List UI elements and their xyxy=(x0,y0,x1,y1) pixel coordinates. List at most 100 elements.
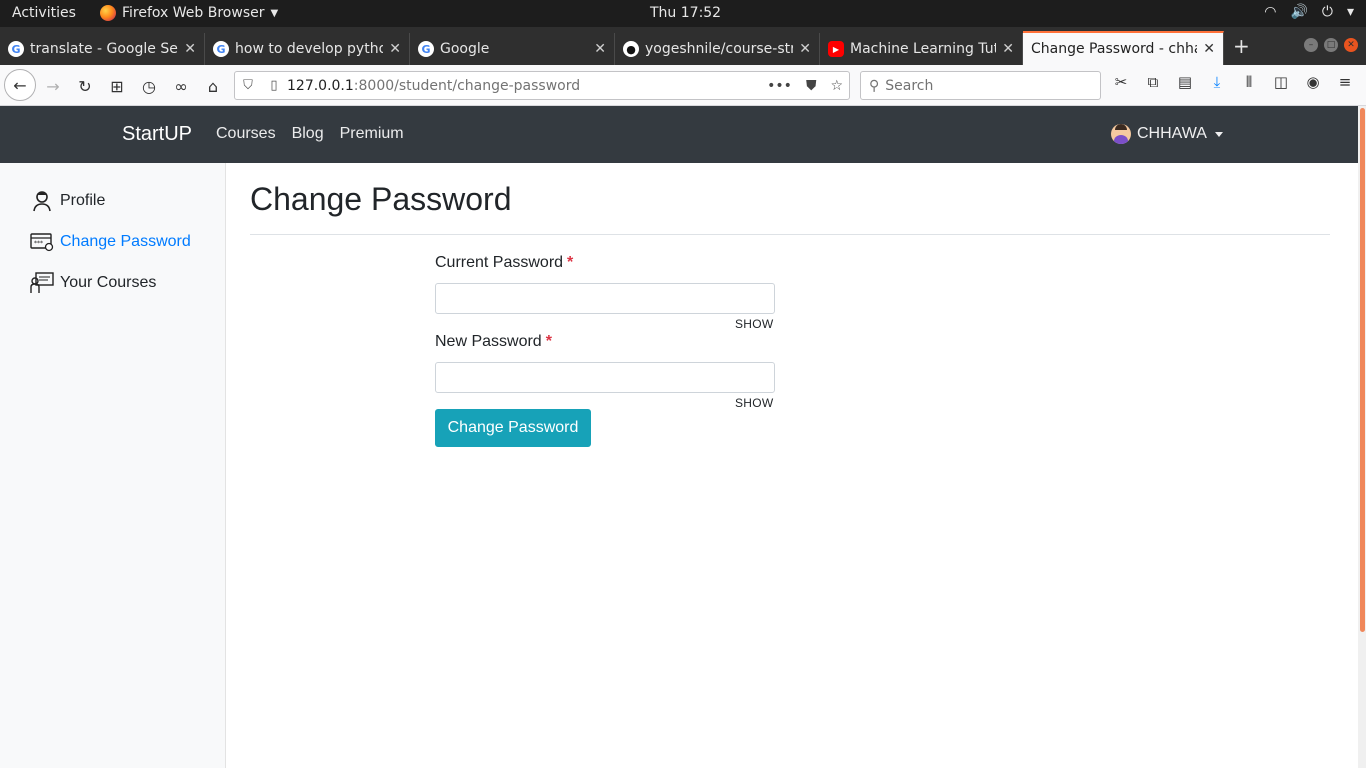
change-password-button[interactable]: Change Password xyxy=(435,409,591,447)
page-title: Change Password xyxy=(250,181,512,217)
search-placeholder: Search xyxy=(885,77,934,94)
site-navbar: StartUP Courses Blog Premium CHHAWA xyxy=(0,106,1358,163)
chevron-down-icon xyxy=(1214,131,1223,137)
url-bar[interactable]: ⛉ ▯ 127.0.0.1:8000/student/change-passwo… xyxy=(234,71,850,100)
sidebar-item-label: Profile xyxy=(60,192,106,209)
close-icon[interactable]: ✕ xyxy=(1203,41,1215,57)
chevron-down-icon: ▾ xyxy=(1346,4,1354,20)
google-icon: G xyxy=(418,41,434,57)
current-password-input[interactable] xyxy=(435,283,775,314)
svg-text:***: *** xyxy=(34,240,43,247)
back-button[interactable]: ← xyxy=(4,69,36,101)
tab-title: Google xyxy=(440,41,490,57)
power-icon: ⏻ xyxy=(1321,4,1333,20)
minimize-button[interactable]: – xyxy=(1304,38,1318,52)
home-button[interactable]: ⌂ xyxy=(200,73,226,99)
tab-title: Machine Learning Tut xyxy=(850,41,997,57)
google-icon: G xyxy=(8,41,24,57)
system-top-bar: Activities Firefox Web Browser ▼ Thu 17:… xyxy=(0,0,1366,27)
nav-link-courses[interactable]: Courses xyxy=(216,125,276,143)
site-nav-links: Courses Blog Premium xyxy=(216,125,404,143)
shield-icon[interactable]: ⛉ xyxy=(235,78,261,93)
google-icon: G xyxy=(213,41,229,57)
reload-button[interactable]: ↻ xyxy=(72,73,98,99)
close-icon[interactable]: ✕ xyxy=(799,41,811,57)
close-icon[interactable]: ✕ xyxy=(594,41,606,57)
app-menu[interactable]: Firefox Web Browser ▼ xyxy=(100,5,278,21)
download-icon[interactable]: ⤓ xyxy=(1206,73,1228,91)
tab-title: yogeshnile/course-str xyxy=(645,41,794,57)
search-bar[interactable]: ⚲ Search xyxy=(860,71,1101,100)
required-marker: * xyxy=(567,254,574,271)
maximize-button[interactable]: □ xyxy=(1324,38,1338,52)
tab-title: how to develop pytho xyxy=(235,41,384,57)
history-icon[interactable]: ◷ xyxy=(136,73,162,99)
close-icon[interactable]: ✕ xyxy=(1002,41,1014,57)
private-mask-icon[interactable]: ∞ xyxy=(168,73,194,99)
show-current-password-toggle[interactable]: SHOW xyxy=(735,317,774,331)
browser-tab[interactable]: G Google ✕ xyxy=(410,33,615,65)
scrollbar-thumb[interactable] xyxy=(1360,108,1365,632)
clock[interactable]: Thu 17:52 xyxy=(650,5,721,21)
clipboard-icon[interactable]: ▤ xyxy=(1174,73,1196,91)
close-icon[interactable]: ✕ xyxy=(389,41,401,57)
nav-link-blog[interactable]: Blog xyxy=(292,125,324,143)
toolbar-icons: ✂ ⧉ ▤ ⤓ ⫴ ◫ ◉ ≡ xyxy=(1110,73,1356,91)
browser-tab[interactable]: ▶ Machine Learning Tut ✕ xyxy=(820,33,1023,65)
menu-icon[interactable]: ≡ xyxy=(1334,73,1356,91)
user-menu[interactable]: CHHAWA xyxy=(1111,124,1223,144)
close-icon[interactable]: ✕ xyxy=(184,41,196,57)
new-password-input[interactable] xyxy=(435,362,775,393)
window-controls: – □ ✕ xyxy=(1304,38,1358,52)
library-icon[interactable]: ⫴ xyxy=(1238,73,1260,91)
user-icon xyxy=(30,189,54,213)
password-icon: *** xyxy=(30,230,54,254)
url-path: :8000/student/change-password xyxy=(353,77,581,94)
containers-icon[interactable]: ⊞ xyxy=(104,73,130,99)
new-tab-button[interactable]: + xyxy=(1233,34,1250,58)
avatar xyxy=(1111,124,1131,144)
tab-strip: G translate - Google Sea ✕ G how to deve… xyxy=(0,27,1366,65)
field-label-text: Current Password xyxy=(435,254,564,271)
wifi-icon: ◠ xyxy=(1264,4,1277,20)
sidebar: Profile *** Change Password Your Courses xyxy=(0,163,226,768)
volume-icon: 🔊 xyxy=(1290,4,1308,20)
account-icon[interactable]: ◉ xyxy=(1302,73,1324,91)
user-name: CHHAWA xyxy=(1137,125,1207,142)
show-new-password-toggle[interactable]: SHOW xyxy=(735,396,774,410)
browser-tab-active[interactable]: Change Password - chhav ✕ xyxy=(1023,31,1224,65)
sidebar-toggle-icon[interactable]: ◫ xyxy=(1270,73,1292,91)
activities-button[interactable]: Activities xyxy=(12,5,76,21)
site-brand[interactable]: StartUP xyxy=(122,123,192,146)
close-window-button[interactable]: ✕ xyxy=(1344,38,1358,52)
cut-icon[interactable]: ✂ xyxy=(1110,73,1132,91)
tab-title: translate - Google Sea xyxy=(30,41,179,57)
divider xyxy=(250,234,1330,235)
sidebar-item-your-courses[interactable]: Your Courses xyxy=(30,271,156,295)
nav-link-premium[interactable]: Premium xyxy=(340,125,404,143)
firefox-icon xyxy=(100,5,116,21)
forward-button[interactable]: → xyxy=(40,73,66,99)
page-actions-icon[interactable]: ••• xyxy=(767,78,792,94)
new-password-label: New Password * xyxy=(435,333,552,351)
bookmark-star-icon[interactable]: ☆ xyxy=(830,78,843,94)
chevron-down-icon: ▼ xyxy=(270,7,279,19)
search-icon: ⚲ xyxy=(869,77,880,94)
copy-icon[interactable]: ⧉ xyxy=(1142,73,1164,91)
browser-tab[interactable]: ● yogeshnile/course-str ✕ xyxy=(615,33,820,65)
browser-tab[interactable]: G how to develop pytho ✕ xyxy=(205,33,410,65)
field-label-text: New Password xyxy=(435,333,542,350)
page-info-icon[interactable]: ▯ xyxy=(261,78,287,93)
youtube-icon: ▶ xyxy=(828,41,844,57)
tab-title: Change Password - chhav xyxy=(1031,41,1198,57)
system-status-area[interactable]: ◠ 🔊 ⏻ ▾ xyxy=(1264,4,1354,20)
courses-icon xyxy=(30,271,54,295)
github-icon: ● xyxy=(623,41,639,57)
pocket-icon[interactable]: ⛊ xyxy=(806,78,817,94)
sidebar-item-profile[interactable]: Profile xyxy=(30,189,105,213)
browser-tab[interactable]: G translate - Google Sea ✕ xyxy=(0,33,205,65)
sidebar-item-change-password[interactable]: *** Change Password xyxy=(30,230,191,254)
app-name: Firefox Web Browser xyxy=(122,5,265,21)
url-host: 127.0.0.1 xyxy=(287,77,354,94)
main-content: Change Password Current Password * SHOW N… xyxy=(226,163,1358,768)
